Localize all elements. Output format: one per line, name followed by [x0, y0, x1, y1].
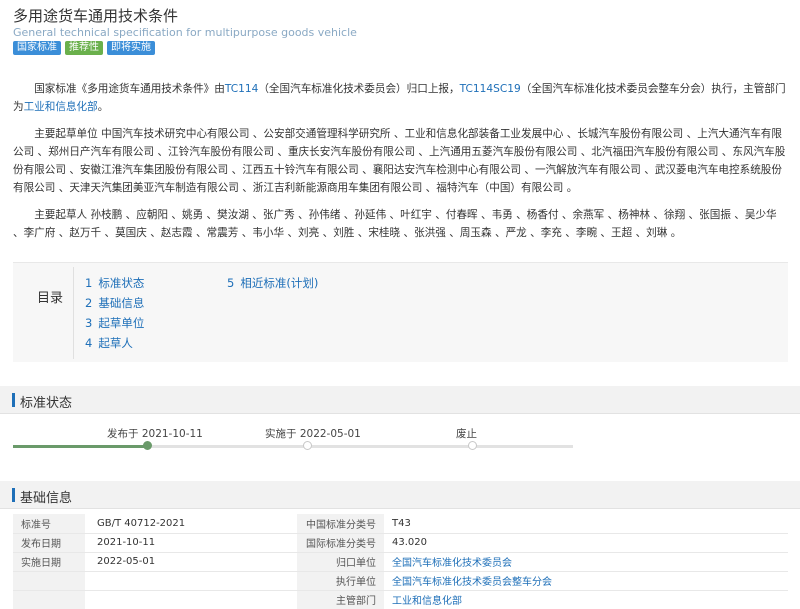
toc-divider: [73, 267, 74, 359]
section-header-basic: 基础信息: [0, 481, 800, 509]
info-link[interactable]: 工业和信息化部: [392, 596, 462, 607]
table-row: 主管部门 工业和信息化部: [13, 590, 788, 609]
table-row: 实施日期 2022-05-01 归口单位 全国汽车标准化技术委员会: [13, 552, 788, 572]
toc-item-status[interactable]: 1 标准状态: [85, 275, 144, 295]
section-header-status: 标准状态: [0, 386, 800, 414]
tag-list: 国家标准 推荐性 即将实施: [13, 41, 155, 55]
info-label: 国际标准分类号: [297, 533, 384, 553]
link-tc114sc19[interactable]: TC114SC19: [460, 83, 521, 95]
table-of-contents: 目录 1 标准状态 2 基础信息 3 起草单位 4 起草人 5 相近标准(计划): [13, 262, 788, 362]
info-label: [13, 590, 85, 609]
toc-item-drafters[interactable]: 4 起草人: [85, 335, 144, 355]
milestone-published-label: 发布于 2021-10-11: [107, 428, 203, 440]
section-marker: [12, 393, 15, 407]
info-value: T43: [384, 514, 788, 534]
tag-national-standard: 国家标准: [13, 41, 61, 55]
table-row: 发布日期 2021-10-11 国际标准分类号 43.020: [13, 533, 788, 553]
milestone-abolished-label: 废止: [456, 428, 477, 440]
milestone-effective-label: 实施于 2022-05-01: [265, 428, 361, 440]
info-value: 2022-05-01: [85, 552, 297, 572]
intro-paragraph-1: 国家标准《多用途货车通用技术条件》由TC114（全国汽车标准化技术委员会）归口上…: [13, 83, 786, 113]
milestone-published-dot: [143, 441, 152, 450]
timeline-progress-pending: [147, 445, 573, 448]
timeline-progress-done: [13, 445, 147, 448]
info-value: 全国汽车标准化技术委员会整车分会: [384, 571, 788, 591]
info-label: 实施日期: [13, 552, 85, 572]
info-label: 标准号: [13, 514, 85, 534]
info-value: 43.020: [384, 533, 788, 553]
intro-drafting-units: 主要起草单位 中国汽车技术研究中心有限公司 、公安部交通管理科学研究所 、工业和…: [13, 128, 786, 194]
intro-text: 国家标准《多用途货车通用技术条件》由TC114（全国汽车标准化技术委员会）归口上…: [13, 80, 788, 251]
info-label: 主管部门: [297, 590, 384, 609]
info-label: 归口单位: [297, 552, 384, 572]
status-timeline: 发布于 2021-10-11 实施于 2022-05-01 废止: [13, 420, 588, 460]
info-label: 中国标准分类号: [297, 514, 384, 534]
section-title-status: 标准状态: [20, 396, 73, 411]
toc-column-2: 5 相近标准(计划): [227, 275, 318, 295]
toc-item-similar-standards[interactable]: 5 相近标准(计划): [227, 275, 318, 295]
info-value: [85, 590, 297, 609]
tag-upcoming: 即将实施: [107, 41, 155, 55]
info-label: 执行单位: [297, 571, 384, 591]
table-row: 标准号 GB/T 40712-2021 中国标准分类号 T43: [13, 514, 788, 534]
info-link[interactable]: 全国汽车标准化技术委员会整车分会: [392, 577, 552, 588]
info-value: 2021-10-11: [85, 533, 297, 553]
milestone-effective-dot: [303, 441, 312, 450]
info-value: 全国汽车标准化技术委员会: [384, 552, 788, 572]
toc-label: 目录: [37, 291, 64, 306]
basic-info-table: 标准号 GB/T 40712-2021 中国标准分类号 T43 发布日期 2021-10-…: [13, 514, 788, 609]
toc-column-1: 1 标准状态 2 基础信息 3 起草单位 4 起草人: [85, 275, 144, 355]
info-label: 发布日期: [13, 533, 85, 553]
section-title-basic: 基础信息: [20, 491, 73, 506]
info-link[interactable]: 全国汽车标准化技术委员会: [392, 558, 512, 569]
page-subtitle: General technical specification for mult…: [13, 26, 357, 39]
info-value: GB/T 40712-2021: [85, 514, 297, 534]
tag-recommended: 推荐性: [65, 41, 103, 55]
info-label: [13, 571, 85, 591]
milestone-abolished-dot: [468, 441, 477, 450]
table-row: 执行单位 全国汽车标准化技术委员会整车分会: [13, 571, 788, 591]
toc-item-basic-info[interactable]: 2 基础信息: [85, 295, 144, 315]
info-value: [85, 571, 297, 591]
info-value: 工业和信息化部: [384, 590, 788, 609]
intro-drafters: 主要起草人 孙枝鹏 、应朝阳 、姚勇 、樊汝湖 、张广秀 、孙伟绪 、孙延伟 、…: [13, 209, 777, 239]
link-tc114[interactable]: TC114: [225, 83, 258, 95]
toc-item-drafting-units[interactable]: 3 起草单位: [85, 315, 144, 335]
page-title: 多用途货车通用技术条件: [13, 7, 179, 25]
section-marker: [12, 488, 15, 502]
link-ministry[interactable]: 工业和信息化部: [24, 101, 98, 113]
